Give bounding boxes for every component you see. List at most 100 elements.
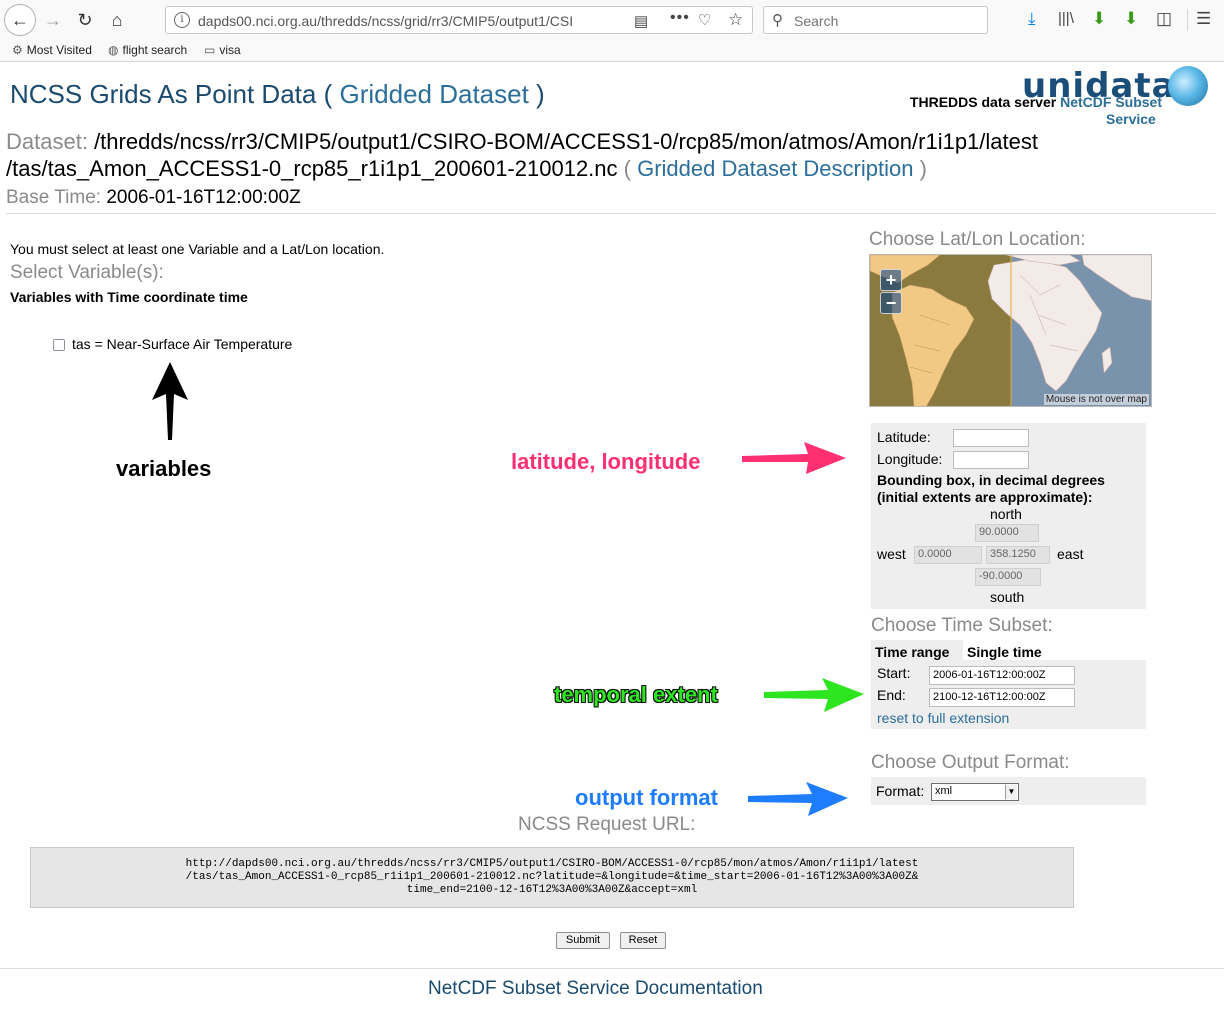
home-icon: ⌂ xyxy=(111,9,123,30)
divider xyxy=(0,968,1224,969)
north-label: north xyxy=(990,506,1022,522)
reload-button[interactable]: ↻ xyxy=(70,5,100,35)
annotation-arrow-latlon xyxy=(742,442,846,474)
hamburger-menu-icon[interactable]: ☰ xyxy=(1196,9,1211,29)
arrow-right-icon: → xyxy=(44,9,62,30)
paren-open: ( xyxy=(623,156,631,181)
bookmark-label: flight search xyxy=(122,43,188,57)
tab-single-time[interactable]: Single time xyxy=(967,644,1042,660)
zoom-in-button[interactable]: + xyxy=(880,269,902,291)
browser-chrome: ← → ↻ ⌂ i dapds00.nci.org.au/thredds/ncs… xyxy=(0,0,1224,62)
divider xyxy=(6,213,1216,214)
tab-time-range[interactable]: Time range xyxy=(871,640,963,662)
dataset-path: /thredds/ncss/rr3/CMIP5/output1/CSIRO-BO… xyxy=(94,129,1038,154)
pocket-icon[interactable]: ♡ xyxy=(698,11,711,29)
dataset-description-link[interactable]: Gridded Dataset Description xyxy=(637,156,913,181)
annotation-arrow-output xyxy=(748,782,848,816)
paren-close: ) xyxy=(919,156,927,181)
toolbar-separator xyxy=(1187,9,1188,31)
east-input[interactable]: 358.1250 xyxy=(986,546,1050,564)
reload-icon: ↻ xyxy=(77,9,93,30)
extension-download-icon[interactable]: ⬇ xyxy=(1092,9,1106,29)
forward-button[interactable]: → xyxy=(38,5,68,35)
unidata-globe-icon[interactable] xyxy=(1168,66,1208,106)
sidebar-icon[interactable]: ◫ xyxy=(1156,9,1172,29)
start-label: Start: xyxy=(877,665,911,681)
library-icon[interactable]: |||\ xyxy=(1058,10,1074,27)
download-icon[interactable]: ⤓ xyxy=(1028,9,1036,29)
choose-output-heading: Choose Output Format: xyxy=(871,752,1070,773)
dataset-path-line2: /tas/tas_Amon_ACCESS1-0_rcp85_r1i1p1_200… xyxy=(6,156,927,182)
bookmark-most-visited[interactable]: ⚙ Most Visited xyxy=(12,43,92,57)
choose-time-heading: Choose Time Subset: xyxy=(871,615,1053,636)
globe-icon: ◍ xyxy=(108,43,119,57)
gridded-dataset-link[interactable]: Gridded Dataset xyxy=(339,79,528,109)
west-input[interactable]: 0.0000 xyxy=(914,546,982,564)
start-time-input[interactable]: 2006-01-16T12:00:00Z xyxy=(929,666,1075,685)
paren-close: ) xyxy=(536,79,545,109)
reader-view-icon[interactable]: ▤ xyxy=(634,12,648,30)
bookmark-star-icon[interactable]: ☆ xyxy=(728,10,743,30)
request-url-box[interactable]: http://dapds00.nci.org.au/thredds/ncss/r… xyxy=(30,847,1074,908)
base-time-label: Base Time: xyxy=(6,187,102,208)
time-tabs: Time range Single time xyxy=(871,640,1146,662)
back-button[interactable]: ← xyxy=(4,4,36,36)
folder-icon: ▭ xyxy=(204,43,216,57)
tas-checkbox[interactable] xyxy=(53,339,65,351)
latitude-input[interactable] xyxy=(953,429,1029,447)
documentation-link[interactable]: NetCDF Subset Service Documentation xyxy=(428,978,763,1000)
zoom-out-button[interactable]: − xyxy=(880,292,902,314)
page-title: NCSS Grids As Point Data ( Gridded Datas… xyxy=(10,79,545,110)
end-label: End: xyxy=(877,687,906,703)
east-label: east xyxy=(1057,546,1084,562)
location-map[interactable]: + − Mouse is not over map xyxy=(869,254,1152,407)
request-url-heading: NCSS Request URL: xyxy=(518,814,696,835)
arrow-left-icon: ← xyxy=(11,9,29,30)
submit-button[interactable]: Submit xyxy=(556,932,610,949)
format-selected-value: xml xyxy=(935,785,953,797)
server-line: THREDDS data server NetCDF Subset xyxy=(910,94,1162,110)
latlon-panel: Latitude: Longitude: Bounding box, in de… xyxy=(871,423,1146,609)
tas-variable-label[interactable]: tas = Near-Surface Air Temperature xyxy=(72,336,292,352)
url-bar[interactable]: i dapds00.nci.org.au/thredds/ncss/grid/r… xyxy=(165,6,753,34)
page-title-text: NCSS Grids As Point Data xyxy=(10,79,317,109)
time-range-panel: Start: 2006-01-16T12:00:00Z End: 2100-12… xyxy=(871,660,1146,729)
annotation-latlon: latitude, longitude xyxy=(511,449,701,474)
annotation-temporal: temporal extent xyxy=(554,682,718,707)
end-time-input[interactable]: 2100-12-16T12:00:00Z xyxy=(929,688,1075,707)
format-label: Format: xyxy=(876,783,925,799)
bbox-heading-1: Bounding box, in decimal degrees xyxy=(877,472,1105,488)
base-time-value: 2006-01-16T12:00:00Z xyxy=(106,187,301,208)
request-url-line: time_end=2100-12-16T12%3A00%3A00Z&accept… xyxy=(406,884,698,896)
info-icon[interactable]: i xyxy=(174,12,190,28)
reset-full-extension-link[interactable]: reset to full extension xyxy=(877,710,1009,726)
bookmark-label: Most Visited xyxy=(26,43,92,57)
url-text[interactable]: dapds00.nci.org.au/thredds/ncss/grid/rr3… xyxy=(198,13,598,29)
search-placeholder: Search xyxy=(794,13,839,29)
format-select[interactable]: xml ▼ xyxy=(931,783,1019,801)
gear-icon: ⚙ xyxy=(12,43,23,57)
variables-group-heading: Variables with Time coordinate time xyxy=(10,289,248,305)
chevron-down-icon[interactable]: ▼ xyxy=(1005,785,1017,799)
latitude-label: Latitude: xyxy=(877,429,931,445)
paren-open: ( xyxy=(323,79,333,109)
netcdf-subset-service-link-2[interactable]: Service xyxy=(1106,111,1156,127)
home-button[interactable]: ⌂ xyxy=(102,5,132,35)
bookmarks-bar: ⚙ Most Visited ◍ flight search ▭ visa xyxy=(0,40,1224,62)
bookmark-flight-search[interactable]: ◍ flight search xyxy=(108,43,187,57)
instruction-text: You must select at least one Variable an… xyxy=(10,241,385,257)
netcdf-subset-service-link[interactable]: NetCDF Subset xyxy=(1060,94,1162,110)
base-time-line: Base Time: 2006-01-16T12:00:00Z xyxy=(6,187,301,209)
choose-latlon-heading: Choose Lat/Lon Location: xyxy=(869,229,1086,250)
reset-button[interactable]: Reset xyxy=(620,932,666,949)
extension-download-icon-2[interactable]: ⬇ xyxy=(1124,9,1138,29)
south-input[interactable]: -90.0000 xyxy=(975,568,1041,586)
south-label: south xyxy=(990,589,1025,605)
bookmark-visa[interactable]: ▭ visa xyxy=(204,43,241,57)
page-actions-icon[interactable]: ••• xyxy=(670,9,690,27)
search-input[interactable]: ⚲ Search xyxy=(763,6,988,34)
dataset-file: /tas/tas_Amon_ACCESS1-0_rcp85_r1i1p1_200… xyxy=(6,156,618,181)
browser-toolbar: ← → ↻ ⌂ i dapds00.nci.org.au/thredds/ncs… xyxy=(0,0,1224,40)
longitude-input[interactable] xyxy=(953,451,1029,469)
north-input[interactable]: 90.0000 xyxy=(975,524,1039,542)
